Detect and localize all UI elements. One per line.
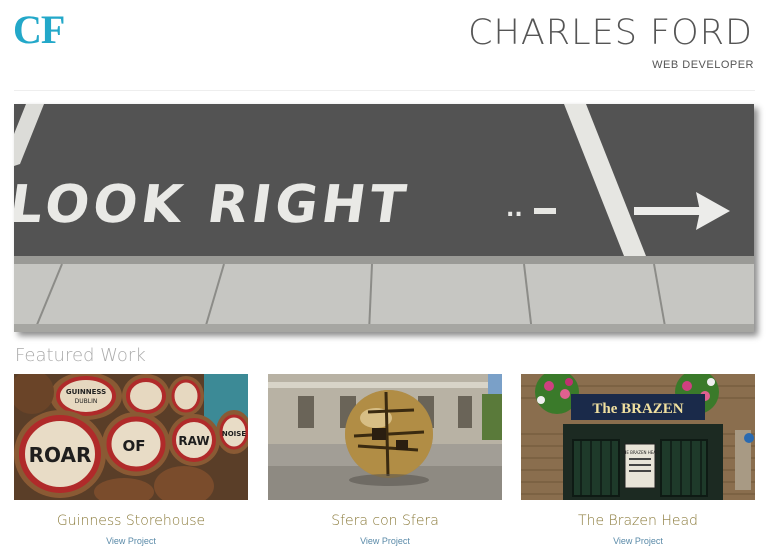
barrel-label: RAW (178, 434, 209, 448)
view-project-link[interactable]: View Project (14, 536, 248, 546)
barrel-label: DUBLIN (75, 398, 98, 405)
project-card-sfera[interactable]: Sfera con Sfera View Project (268, 374, 502, 546)
barrel-label: OF (123, 437, 146, 455)
barrel-label: GUINNESS (66, 388, 106, 396)
brazen-head-board: THE BRAZEN HEAD (620, 450, 659, 455)
featured-work-heading: Featured Work (15, 345, 146, 366)
hero-road-text: LOOK RIGHT (14, 175, 413, 235)
project-title[interactable]: Guinness Storehouse (14, 513, 248, 529)
site-owner-role: WEB DEVELOPER (652, 59, 754, 71)
site-logo[interactable]: CF (13, 6, 65, 54)
hero-image: LOOK RIGHT .. (14, 104, 754, 332)
brazen-head-sign: The BRAZEN (592, 401, 683, 417)
barrel-label: ROAR (29, 443, 92, 467)
brazen-head-thumbnail[interactable]: The BRAZEN THE BRAZEN HEAD (521, 374, 755, 500)
project-title[interactable]: Sfera con Sfera (268, 513, 502, 529)
header-divider (14, 90, 755, 91)
view-project-link[interactable]: View Project (268, 536, 502, 546)
guinness-thumbnail[interactable]: GUINNESS DUBLIN ROAR OF RAW NOISE (14, 374, 248, 500)
project-card-guinness[interactable]: GUINNESS DUBLIN ROAR OF RAW NOISE Guinne… (14, 374, 248, 546)
barrel-label: NOISE (222, 430, 246, 438)
site-owner-name: CHARLES FORD (468, 13, 753, 53)
view-project-link[interactable]: View Project (521, 536, 755, 546)
hero-dots: .. (506, 197, 523, 222)
project-title[interactable]: The Brazen Head (521, 513, 755, 529)
project-card-brazen-head[interactable]: The BRAZEN THE BRAZEN HEAD The Brazen He… (521, 374, 755, 546)
sfera-thumbnail[interactable] (268, 374, 502, 500)
